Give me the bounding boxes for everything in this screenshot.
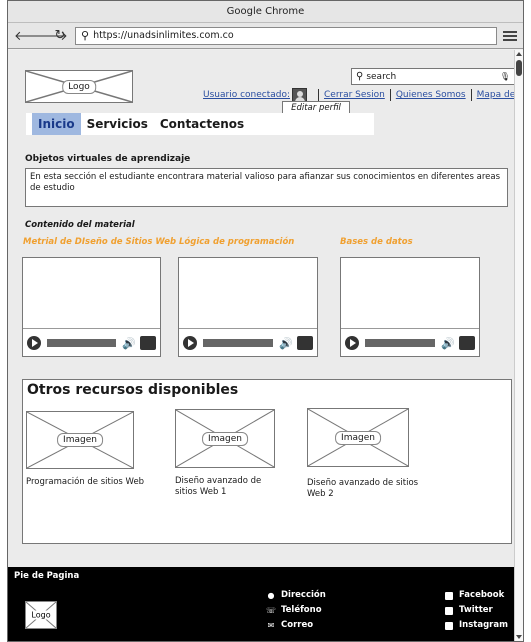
back-icon[interactable]: 🡐: [14, 28, 49, 44]
play-icon[interactable]: [345, 336, 359, 350]
search-input[interactable]: ⚲ search 🎙: [351, 68, 515, 85]
browser-window: Google Chrome 🡐 🡒 ↻ ⚲ https://unadsinlim…: [7, 0, 524, 642]
search-icon: ⚲: [81, 29, 90, 42]
volume-icon[interactable]: 🔊: [441, 337, 455, 350]
divider: [389, 89, 391, 101]
reload-icon[interactable]: ↻: [52, 28, 68, 43]
phone-item[interactable]: ☏ Teléfono: [266, 603, 326, 618]
video-controls: 🔊: [27, 335, 156, 351]
content-title: Contenido del material: [25, 220, 135, 230]
image-label: Imagen: [335, 430, 381, 445]
volume-icon[interactable]: 🔊: [279, 337, 293, 350]
footer-social: Facebook Twitter Instagram: [445, 588, 508, 633]
search-icon: ⚲: [356, 71, 364, 82]
image-label: Imagen: [57, 433, 103, 447]
user-connected-label[interactable]: Usuario conectado:: [203, 90, 290, 100]
resource-image-3[interactable]: Imagen: [307, 408, 409, 467]
video-player-1[interactable]: 🔊: [22, 257, 161, 357]
scroll-up-icon[interactable]: [516, 52, 522, 56]
avatar[interactable]: [292, 88, 308, 102]
resource-caption-3[interactable]: Diseño avanzado de sitios Web 2: [307, 478, 422, 500]
email-item[interactable]: ✉ Correo: [266, 618, 326, 633]
play-icon[interactable]: [27, 336, 41, 350]
facebook-label: Facebook: [459, 590, 505, 600]
resource-caption-2[interactable]: Diseño avanzado de sitios Web 1: [175, 476, 275, 498]
email-label: Correo: [281, 620, 314, 630]
menu-icon[interactable]: [503, 29, 517, 43]
volume-icon[interactable]: 🔊: [122, 337, 136, 350]
instagram-link[interactable]: Instagram: [445, 618, 508, 633]
resource-image-2[interactable]: Imagen: [175, 409, 275, 468]
divider: [470, 89, 472, 101]
footer-title: Pie de Pagina: [14, 571, 80, 581]
video-controls: 🔊: [183, 335, 313, 351]
fullscreen-icon[interactable]: [140, 336, 156, 350]
address-item[interactable]: ● Dirección: [266, 588, 326, 603]
video-player-3[interactable]: 🔊: [340, 257, 480, 357]
fullscreen-icon[interactable]: [297, 336, 313, 350]
video-screen[interactable]: [341, 258, 479, 329]
progress-bar[interactable]: [203, 339, 274, 347]
image-label: Imagen: [202, 431, 248, 446]
resources-panel: Otros recursos disponibles Imagen Progra…: [22, 379, 512, 544]
user-bar: Usuario conectado: Cerrar Sesion Quienes…: [203, 88, 516, 102]
video-title-2: Lógica de programación: [179, 237, 295, 247]
main-nav: Inicio Servicios Contactenos: [26, 113, 374, 135]
play-icon[interactable]: [183, 336, 197, 350]
instagram-icon: [445, 621, 453, 630]
video-player-2[interactable]: 🔊: [178, 257, 318, 357]
scroll-thumb[interactable]: [516, 60, 522, 76]
resource-image-1[interactable]: Imagen: [26, 411, 134, 469]
logout-link[interactable]: Cerrar Sesion: [324, 90, 385, 100]
browser-toolbar: 🡐 🡒 ↻ ⚲ https://unadsinlimites.com.co: [8, 23, 523, 49]
facebook-icon: [445, 591, 453, 600]
video-controls: 🔊: [345, 335, 475, 351]
facebook-link[interactable]: Facebook: [445, 588, 508, 603]
header-logo[interactable]: Logo: [25, 70, 133, 103]
footer-contact: ● Dirección ☏ Teléfono ✉ Correo: [266, 588, 326, 633]
section-title: Objetos virtuales de aprendizaje: [25, 154, 191, 164]
search-placeholder: search: [366, 71, 397, 82]
video-screen[interactable]: [23, 258, 160, 329]
sitemap-link[interactable]: Mapa del Sitio: [477, 90, 516, 100]
page-viewport: Logo ⚲ search 🎙 Usuario conectado: Cerra…: [8, 50, 516, 641]
footer-logo[interactable]: Logo: [25, 601, 57, 629]
video-screen[interactable]: [179, 258, 317, 329]
url-text: https://unadsinlimites.com.co: [93, 30, 234, 41]
resources-title: Otros recursos disponibles: [27, 382, 239, 398]
vertical-scrollbar[interactable]: [514, 50, 523, 641]
microphone-icon[interactable]: 🎙: [500, 72, 510, 81]
video-title-1: Metrial de DIseño de Sitios Web: [23, 237, 177, 247]
footer-logo-label: Logo: [31, 610, 51, 620]
forward-icon[interactable]: 🡒: [33, 28, 68, 44]
twitter-icon: [445, 606, 453, 615]
instagram-label: Instagram: [459, 620, 508, 630]
fullscreen-icon[interactable]: [459, 336, 475, 350]
nav-item-servicios[interactable]: Servicios: [81, 113, 154, 135]
envelope-icon: ✉: [267, 621, 275, 630]
progress-bar[interactable]: [47, 339, 117, 347]
location-pin-icon: ●: [267, 591, 275, 600]
phone-icon: ☏: [266, 606, 277, 615]
resource-caption-1[interactable]: Programación de sitios Web: [26, 477, 156, 488]
nav-item-inicio[interactable]: Inicio: [32, 113, 81, 135]
nav-item-contactenos[interactable]: Contactenos: [154, 113, 250, 135]
description-box: En esta sección el estudiante encontrara…: [25, 168, 508, 207]
video-title-3: Bases de datos: [340, 237, 413, 247]
progress-bar[interactable]: [365, 339, 436, 347]
about-us-link[interactable]: Quienes Somos: [396, 90, 466, 100]
divider: [318, 89, 320, 101]
twitter-link[interactable]: Twitter: [445, 603, 508, 618]
address-label: Dirección: [281, 590, 326, 600]
twitter-label: Twitter: [459, 605, 493, 615]
window-title: Google Chrome: [8, 1, 523, 23]
footer: Pie de Pagina Logo ● Dirección ☏ Teléfono …: [8, 567, 516, 641]
scroll-down-icon[interactable]: [516, 635, 522, 639]
phone-label: Teléfono: [281, 605, 322, 615]
logo-label: Logo: [62, 79, 96, 94]
address-bar[interactable]: ⚲ https://unadsinlimites.com.co: [75, 26, 497, 45]
